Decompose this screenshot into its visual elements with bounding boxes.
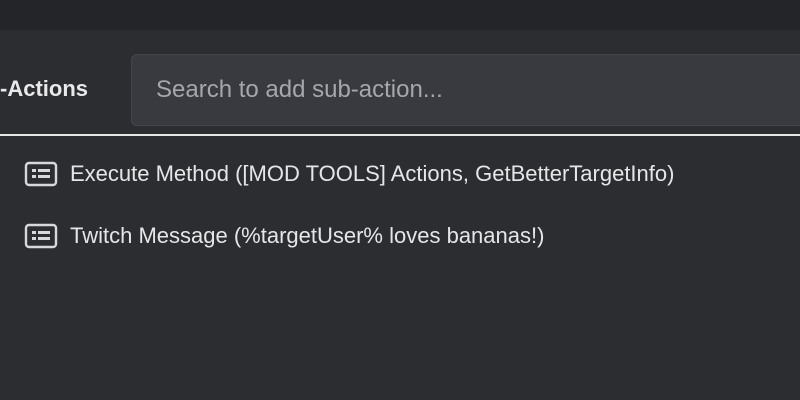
section-title: -Actions: [0, 76, 88, 101]
sub-action-item-execute-method[interactable]: Execute Method ([MOD TOOLS] Actions, Get…: [0, 146, 800, 202]
window-top-bar: [0, 0, 800, 30]
search-input[interactable]: [156, 55, 756, 125]
sub-actions-panel: -Actions Execute Method ([MOD TOOLS] Act…: [0, 30, 800, 400]
sub-action-label: Twitch Message (%targetUser% loves banan…: [70, 223, 545, 248]
search-box[interactable]: [131, 54, 800, 126]
header-divider: [0, 134, 800, 136]
sub-actions-header: -Actions: [0, 30, 800, 134]
sub-action-icon: [24, 223, 58, 249]
sub-action-label: Execute Method ([MOD TOOLS] Actions, Get…: [70, 161, 675, 186]
sub-action-item-twitch-message[interactable]: Twitch Message (%targetUser% loves banan…: [0, 208, 800, 264]
sub-action-icon: [24, 161, 58, 187]
